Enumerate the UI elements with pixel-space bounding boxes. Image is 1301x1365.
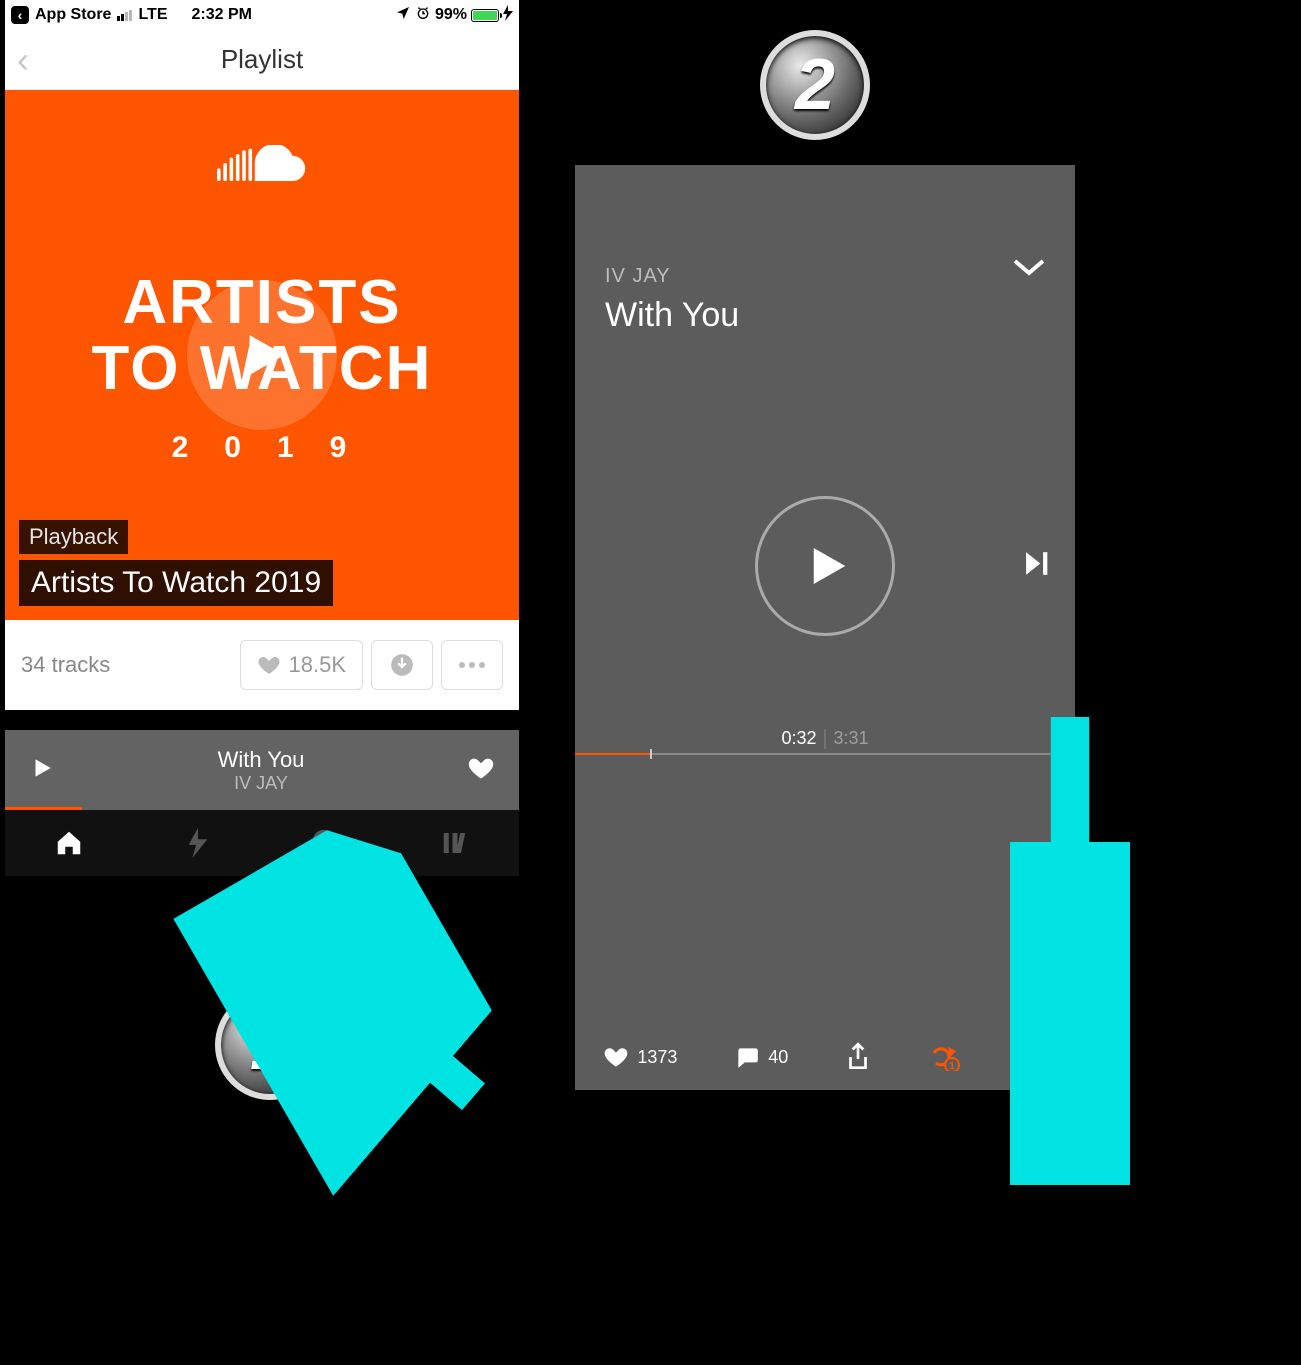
mini-progress-bar[interactable] [5,807,82,810]
clock: 2:32 PM [191,6,251,24]
back-button[interactable]: ‹ [17,39,29,81]
playlist-screen: ‹ App Store LTE 2:32 PM 99% ‹ [5,0,519,937]
np-track-title[interactable]: With You [605,296,1045,335]
like-button[interactable]: 18.5K [240,640,364,690]
np-play-button[interactable] [755,496,895,636]
np-comment-button[interactable]: 40 [734,1044,788,1070]
np-share-button[interactable] [845,1042,871,1072]
cover-play-button[interactable] [187,280,337,430]
status-bar: ‹ App Store LTE 2:32 PM 99% [5,0,519,30]
location-icon [395,5,411,26]
back-to-app-icon[interactable]: ‹ [11,6,29,24]
battery-icon [471,9,499,22]
tab-library[interactable] [391,810,520,876]
mini-track-title: With You [55,747,467,773]
mini-play-button[interactable] [29,755,55,786]
np-next-button[interactable] [1019,547,1053,586]
np-like-button[interactable]: 1373 [603,1044,677,1070]
cover-category-label: Playback [19,520,128,554]
alarm-icon [415,5,431,26]
page-title: Playlist [5,44,519,75]
cover-year: 2019 [172,431,383,465]
more-button[interactable] [441,640,503,690]
nav-header: ‹ Playlist [5,30,519,90]
collapse-button[interactable] [1011,255,1047,284]
np-duration: 3:31 [834,728,869,749]
tab-home[interactable] [5,810,134,876]
download-button[interactable] [371,640,433,690]
np-artist[interactable]: IV JAY [605,265,1045,288]
tab-bar [5,810,519,876]
tab-stream[interactable] [134,810,263,876]
mini-track-artist: IV JAY [55,773,467,794]
np-repeat-one-button[interactable]: 1 [928,1043,960,1071]
np-like-count: 1373 [637,1047,677,1068]
svg-text:1: 1 [949,1061,955,1071]
signal-icon [117,10,132,21]
battery-pct: 99% [435,6,467,24]
np-bottom-bar: 1373 40 1 [575,1042,1075,1072]
network-label: LTE [138,6,167,24]
mini-like-button[interactable] [467,754,495,787]
np-elapsed: 0:32 [781,728,816,749]
mini-player[interactable]: With You IV JAY [5,730,519,810]
annotation-arrow-2 [1010,705,1130,1185]
cover-playlist-title: Artists To Watch 2019 [19,560,333,606]
step-badge-2: 2 [760,30,870,140]
soundcloud-logo-icon [217,145,307,189]
back-to-app-label[interactable]: App Store [35,6,111,24]
charging-icon [503,5,513,26]
tracks-count: 34 tracks [21,652,232,678]
now-playing-screen: IV JAY With You 0:32 3:31 1373 40 [575,165,1075,1090]
like-count: 18.5K [289,652,347,678]
np-progress[interactable]: 0:32 3:31 [575,753,1075,755]
playlist-stats-row: 34 tracks 18.5K [5,620,519,710]
playlist-cover[interactable]: ARTISTS TO WATCH 2019 Playback Artists T… [5,90,519,620]
np-comment-count: 40 [768,1047,788,1068]
